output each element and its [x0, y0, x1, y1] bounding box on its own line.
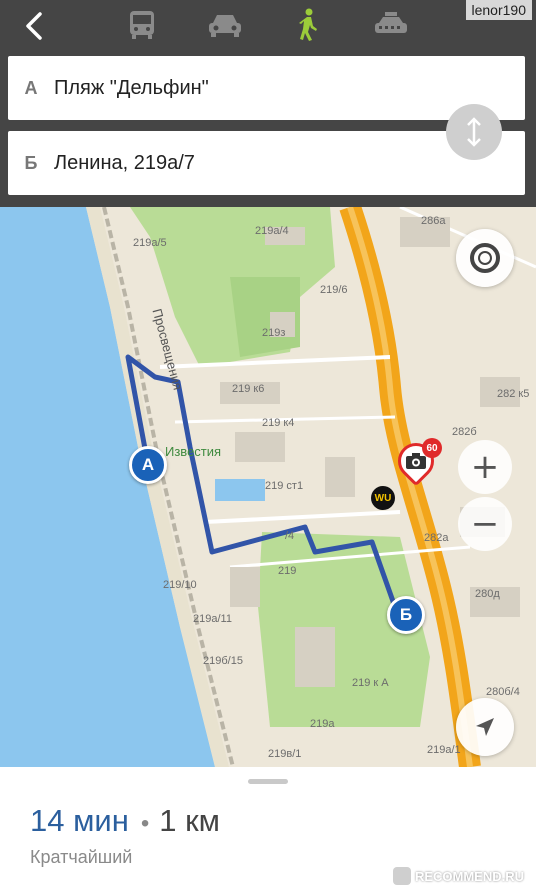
top-bar: lenor190 А Пляж "Дельфин" Б Ленина, 219а…	[0, 0, 536, 207]
route-separator: •	[140, 810, 150, 837]
zoom-out-button[interactable]: −	[458, 497, 512, 551]
building-label: 219/6	[320, 284, 348, 296]
building-label: 282 к5	[497, 388, 530, 400]
route-to-value: Ленина, 219а/7	[54, 151, 195, 174]
user-watermark: lenor190	[465, 0, 532, 20]
building-label: /4	[285, 530, 295, 542]
building-label: 219 ст1	[265, 480, 304, 492]
taxi-icon	[375, 12, 407, 33]
mode-bus-button[interactable]	[117, 4, 167, 46]
route-summary-line: 14 мин • 1 км	[30, 803, 220, 839]
building-label: 219б/15	[203, 655, 243, 667]
route-from-field[interactable]: А Пляж "Дельфин"	[8, 56, 525, 120]
route-distance: 1 км	[159, 803, 220, 838]
route-type-label: Кратчайший	[30, 847, 133, 867]
building-label: 219з	[262, 327, 286, 339]
poi-label: Известия	[165, 444, 222, 459]
map-view[interactable]: 219а/5 219а/4 219/6 219з 219 к6 219 к4 2…	[0, 207, 536, 767]
route-summary-sheet[interactable]: 14 мин • 1 км Кратчайший RECOMMEND.RU	[0, 767, 536, 895]
building-label: 219 к4	[262, 417, 295, 429]
route-from-value: Пляж "Дельфин"	[54, 76, 209, 99]
mode-taxi-button[interactable]	[366, 4, 416, 46]
building-label: 280б/4	[486, 686, 520, 698]
car-icon	[209, 15, 241, 37]
western-union-poi[interactable]: WU	[371, 486, 395, 510]
site-watermark-text: RECOMMEND.RU	[414, 868, 524, 884]
route-end-pin[interactable]: Б	[387, 596, 425, 634]
my-location-button[interactable]	[456, 698, 514, 756]
building-label: 286а	[421, 215, 446, 227]
zoom-in-button[interactable]: +	[458, 440, 512, 494]
building-label: 219а/11	[193, 613, 232, 625]
route-start-pin[interactable]: А	[129, 446, 167, 484]
back-button[interactable]	[14, 6, 54, 46]
building-label: 219а	[310, 718, 335, 730]
recommend-logo-icon	[392, 867, 411, 885]
building-label: 219/10	[163, 579, 197, 591]
building-label: 219а/1	[427, 744, 461, 756]
building-label: 280д	[475, 588, 500, 600]
navigation-arrow-icon	[476, 718, 494, 736]
building-label: 219	[278, 565, 297, 577]
route-from-letter: А	[24, 77, 38, 98]
plus-icon: +	[470, 447, 500, 487]
building-label: 219 к А	[352, 677, 389, 689]
chevron-left-icon	[26, 12, 42, 40]
mode-walk-button[interactable]	[283, 4, 333, 46]
building-label: 219а/5	[133, 237, 167, 249]
speed-limit-badge: 60	[422, 438, 442, 458]
swap-route-button[interactable]	[446, 104, 502, 160]
route-to-letter: Б	[24, 152, 38, 173]
walk-icon	[299, 8, 317, 41]
building-label: 219а/4	[255, 225, 289, 237]
mode-car-button[interactable]	[200, 4, 250, 46]
swap-vertical-icon	[467, 117, 481, 147]
route-time: 14 мин	[30, 803, 129, 838]
building-label: 282а	[424, 532, 449, 544]
building-label: 219в/1	[268, 748, 302, 760]
building-label: 282б	[452, 426, 477, 438]
building-label: 219 к6	[232, 383, 265, 395]
sheet-drag-handle[interactable]	[248, 779, 288, 784]
minus-icon: −	[470, 504, 500, 544]
compass-button[interactable]	[456, 229, 514, 287]
site-watermark: RECOMMEND.RU	[392, 867, 524, 885]
bus-icon	[130, 11, 154, 39]
compass-icon	[470, 243, 500, 273]
